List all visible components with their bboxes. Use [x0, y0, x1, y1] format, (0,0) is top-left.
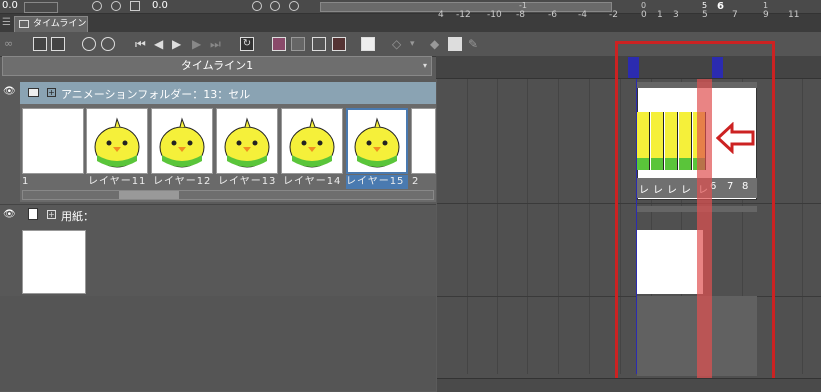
current-frame-label: 6: [717, 1, 724, 12]
cel-icon[interactable]: [291, 37, 305, 51]
layer-name: アニメーションフォルダー：13：セル: [61, 88, 251, 101]
eye-icon[interactable]: 👁: [3, 86, 16, 97]
link-icon[interactable]: ∞: [4, 37, 18, 51]
tab-label: タイムライン: [33, 19, 87, 29]
paper-thumbnail[interactable]: [22, 230, 86, 294]
ruler-label-top: -1: [519, 1, 527, 10]
ruler-label: -12: [456, 10, 471, 20]
expand-icon[interactable]: +: [47, 210, 56, 219]
diamond-icon[interactable]: ◆: [430, 37, 444, 51]
ruler-label: 5: [702, 10, 708, 20]
top-strip: 0.0 0.0: [0, 0, 821, 14]
ruler-label: 7: [732, 10, 738, 20]
next-frame-icon[interactable]: ▶: [192, 37, 206, 51]
timeline-name-header[interactable]: タイムライン1 ▾: [2, 56, 432, 76]
chevron-down-icon[interactable]: ▾: [410, 37, 424, 51]
expand-icon[interactable]: +: [47, 88, 56, 97]
chick-icon: [224, 117, 270, 168]
value-left: 0.0: [2, 0, 18, 11]
cell-thumbnail-selected[interactable]: [346, 108, 408, 174]
animation-folder-icon: [28, 88, 39, 97]
ruler-label-top: 0: [641, 1, 647, 10]
redo-icon[interactable]: [270, 1, 280, 11]
edit-timeline-icon[interactable]: [51, 37, 65, 51]
layer-name: 用紙：: [61, 210, 94, 223]
cell-thumbnail[interactable]: [281, 108, 343, 174]
timeline-name: タイムライン1: [180, 59, 254, 72]
slider-track[interactable]: [24, 2, 58, 13]
last-frame-icon[interactable]: ⏭: [210, 37, 224, 51]
value-mid: 0.0: [152, 0, 168, 11]
zoom-out-icon[interactable]: [92, 1, 102, 11]
chick-icon: [289, 117, 335, 168]
ruler-label: -4: [578, 10, 587, 20]
cell-label: レイヤー12: [153, 176, 212, 187]
cell-label-selected: レイヤー15: [346, 175, 408, 189]
cell-label: 2: [412, 176, 419, 187]
ruler-label: 4: [438, 10, 444, 20]
zoom-in-icon[interactable]: [101, 37, 115, 51]
tab-bar: [0, 14, 821, 32]
pen-icon[interactable]: ✎: [468, 37, 482, 51]
chevron-down-icon[interactable]: ▾: [423, 57, 427, 75]
new-cel-icon[interactable]: [312, 37, 326, 51]
flag-icon[interactable]: [448, 37, 462, 51]
ruler-label: -10: [487, 10, 502, 20]
ruler-label: 11: [788, 10, 800, 20]
ruler-label: -8: [516, 10, 525, 20]
loop-icon[interactable]: ↻: [240, 37, 254, 51]
first-frame-icon[interactable]: ⏮: [135, 37, 149, 51]
ruler-label: 0: [641, 10, 647, 20]
gear-icon[interactable]: [289, 1, 299, 11]
keyframe-icon[interactable]: ◇: [392, 37, 406, 51]
cell-scrollbar[interactable]: [22, 190, 434, 200]
zoom-out-icon[interactable]: [82, 37, 96, 51]
cell-label: 1: [22, 176, 29, 187]
panel-menu-icon[interactable]: ☰: [2, 17, 12, 29]
chick-icon: [94, 117, 140, 168]
tab-timeline[interactable]: タイムライン: [14, 16, 88, 32]
ruler-label: 3: [673, 10, 679, 20]
chick-icon: [159, 117, 205, 168]
prev-frame-icon[interactable]: ◀: [154, 37, 168, 51]
cell-thumbnail-blank[interactable]: [411, 108, 436, 174]
horizontal-scrollbar[interactable]: [437, 378, 821, 392]
cell-thumbnail[interactable]: [151, 108, 213, 174]
new-timeline-icon[interactable]: [33, 37, 47, 51]
paper-icon: [28, 208, 38, 220]
zoom-in-icon[interactable]: [111, 1, 121, 11]
chick-icon: [354, 117, 400, 168]
ruler-label: 1: [657, 10, 663, 20]
ruler-label: -6: [548, 10, 557, 20]
delete-cel-icon[interactable]: [332, 37, 346, 51]
cell-label: レイヤー14: [283, 176, 342, 187]
undo-icon[interactable]: [252, 1, 262, 11]
light-table-icon[interactable]: [361, 37, 375, 51]
scrollbar-thumb[interactable]: [119, 191, 179, 199]
play-icon[interactable]: ▶: [172, 37, 186, 51]
cell-label: レイヤー13: [218, 176, 277, 187]
ruler-label: 9: [763, 10, 769, 20]
cell-label: レイヤー11: [88, 176, 147, 187]
cell-thumbnail[interactable]: [86, 108, 148, 174]
ruler-label: -2: [609, 10, 618, 20]
eye-icon[interactable]: 👁: [3, 209, 16, 220]
cell-thumbnail[interactable]: [216, 108, 278, 174]
stop-icon[interactable]: [130, 1, 140, 11]
cell-thumbnail-blank[interactable]: [22, 108, 84, 174]
timeline-tab-icon: [19, 20, 29, 28]
ruler-label-top: 5: [702, 1, 708, 10]
onion-skin-icon[interactable]: [272, 37, 286, 51]
highlight-box: [615, 41, 775, 384]
ruler-label-top: 1: [763, 1, 769, 10]
empty-layer-area: [0, 296, 436, 391]
